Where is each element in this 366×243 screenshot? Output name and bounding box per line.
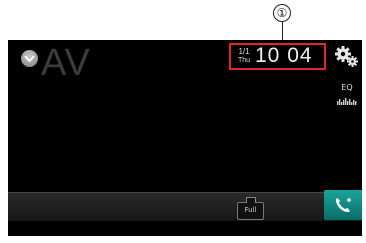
weekday-text: Thu xyxy=(237,57,251,64)
full-screen-button[interactable]: Full xyxy=(237,197,264,220)
phone-icon xyxy=(335,198,351,213)
eq-button[interactable]: EQ xyxy=(337,83,357,110)
phone-button[interactable] xyxy=(324,190,362,220)
eq-label: EQ xyxy=(341,83,353,92)
chevron-down-icon xyxy=(24,55,35,63)
source-title: AV xyxy=(41,42,91,84)
date-text: 1/1 xyxy=(238,47,250,56)
collapse-button[interactable] xyxy=(21,50,38,67)
bottom-bar: Full xyxy=(8,192,362,221)
equalizer-icon xyxy=(337,98,357,105)
time-text: 10 04 xyxy=(255,44,313,67)
gear-icon[interactable] xyxy=(335,46,359,68)
date-weekday: 1/1 Thu xyxy=(237,47,251,65)
full-button-tab xyxy=(246,197,256,203)
full-button-label: Full xyxy=(244,206,257,214)
lower-strip xyxy=(8,221,362,236)
clock-display: 1/1 Thu 10 04 xyxy=(229,43,326,70)
callout-number: ① xyxy=(273,4,291,22)
av-screen: AV 1/1 Thu 10 04 EQ Full xyxy=(8,40,362,236)
